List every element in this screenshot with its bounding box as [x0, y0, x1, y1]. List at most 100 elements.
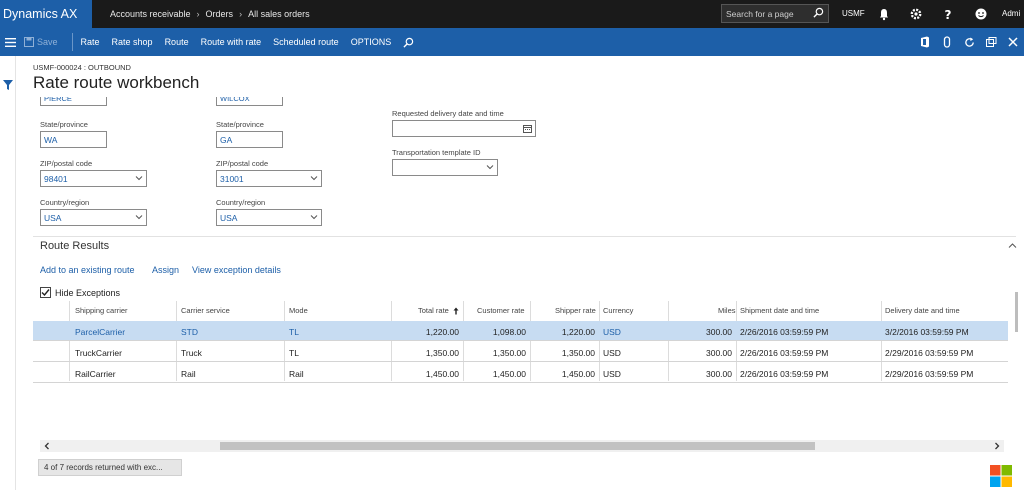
chevron-down-icon[interactable] [486, 163, 494, 171]
grid-header: Shipping carrier Carrier service Mode To… [33, 301, 1008, 321]
cell-currency: USD [603, 327, 621, 337]
cell-customer-rate: 1,450.00 [492, 369, 526, 379]
scroll-right-icon[interactable] [992, 441, 1002, 451]
destination-city-field[interactable]: WILCOX [216, 97, 283, 106]
breadcrumb: Accounts receivable › Orders › All sales… [110, 9, 310, 19]
hide-exceptions-toggle[interactable]: Hide Exceptions [40, 287, 120, 298]
destination-country-label: Country/region [216, 198, 266, 207]
breadcrumb-all-sales-orders[interactable]: All sales orders [248, 9, 310, 19]
hamburger-icon[interactable] [0, 28, 20, 56]
cell-total-rate: 1,350.00 [425, 348, 459, 358]
assign-link[interactable]: Assign [152, 265, 179, 275]
cell-currency: USD [603, 369, 621, 379]
options-tab[interactable]: OPTIONS [351, 37, 392, 47]
origin-city-field[interactable]: PIERCE [40, 97, 107, 106]
table-row[interactable]: ParcelCarrier STD TL 1,220.00 1,098.00 1… [33, 321, 1008, 341]
hide-exceptions-checkbox[interactable] [40, 287, 51, 298]
column-total-rate[interactable]: Total rate [418, 306, 449, 315]
table-row[interactable]: TruckCarrier Truck TL 1,350.00 1,350.00 … [33, 342, 1008, 362]
cell-carrier-service: Rail [181, 369, 196, 379]
origin-state-label: State/province [40, 120, 88, 129]
cell-mode: TL [289, 327, 299, 337]
rate-shop-button[interactable]: Rate shop [112, 37, 153, 47]
chevron-down-icon[interactable] [310, 213, 318, 221]
cell-miles: 300.00 [706, 369, 732, 379]
horizontal-scroll-thumb[interactable] [220, 442, 815, 450]
origin-state-field[interactable]: WA [40, 131, 107, 148]
save-button[interactable]: Save [37, 37, 58, 47]
origin-zip-select[interactable]: 98401 [40, 170, 147, 187]
cell-shipment-date: 2/26/2016 03:59:59 PM [740, 369, 829, 379]
column-carrier-service[interactable]: Carrier service [181, 306, 230, 315]
origin-country-value: USA [44, 212, 62, 223]
cell-delivery-date: 2/29/2016 03:59:59 PM [885, 369, 974, 379]
destination-zip-label: ZIP/postal code [216, 159, 269, 168]
records-status-bar[interactable]: 4 of 7 records returned with exc... [38, 459, 182, 476]
column-currency[interactable]: Currency [603, 306, 633, 315]
filter-icon[interactable] [3, 80, 13, 90]
calendar-icon[interactable] [523, 124, 532, 133]
route-button[interactable]: Route [165, 37, 189, 47]
gear-icon[interactable] [909, 7, 923, 21]
view-exception-details-link[interactable]: View exception details [192, 265, 281, 275]
cell-shipping-carrier: RailCarrier [75, 369, 116, 379]
search-icon[interactable] [403, 37, 414, 48]
office-icon[interactable] [914, 36, 936, 48]
popout-icon[interactable] [980, 37, 1002, 47]
cell-shipping-carrier: ParcelCarrier [75, 327, 126, 337]
transport-template-select[interactable] [392, 159, 498, 176]
column-mode[interactable]: Mode [289, 306, 308, 315]
scheduled-route-button[interactable]: Scheduled route [273, 37, 339, 47]
refresh-icon[interactable] [958, 36, 980, 48]
column-shipping-carrier[interactable]: Shipping carrier [75, 306, 128, 315]
chevron-down-icon[interactable] [135, 174, 143, 182]
destination-state-label: State/province [216, 120, 264, 129]
cell-mode: Rail [289, 369, 304, 379]
help-icon[interactable]: ? [941, 7, 955, 21]
table-row[interactable]: RailCarrier Rail Rail 1,450.00 1,450.00 … [33, 363, 1008, 383]
checkmark-icon [41, 289, 50, 297]
delivery-date-input[interactable] [392, 120, 536, 137]
column-delivery-date[interactable]: Delivery date and time [885, 306, 960, 315]
destination-state-field[interactable]: GA [216, 131, 283, 148]
column-shipment-date[interactable]: Shipment date and time [740, 306, 819, 315]
origin-country-label: Country/region [40, 198, 90, 207]
breadcrumb-separator: › [239, 9, 243, 19]
destination-country-select[interactable]: USA [216, 209, 322, 226]
hide-exceptions-label: Hide Exceptions [55, 287, 121, 298]
scroll-left-icon[interactable] [42, 441, 52, 451]
bell-icon[interactable] [877, 7, 891, 21]
add-to-existing-route-link[interactable]: Add to an existing route [40, 265, 135, 275]
horizontal-scrollbar[interactable] [40, 440, 1004, 452]
chevron-up-icon[interactable] [1008, 242, 1017, 249]
column-miles[interactable]: Miles [718, 306, 736, 315]
cell-shipper-rate: 1,220.00 [561, 327, 595, 337]
column-customer-rate[interactable]: Customer rate [477, 306, 525, 315]
sort-up-icon[interactable] [453, 307, 459, 315]
route-with-rate-button[interactable]: Route with rate [201, 37, 262, 47]
breadcrumb-accounts-receivable[interactable]: Accounts receivable [110, 9, 191, 19]
search-icon[interactable] [813, 7, 824, 18]
app-brand[interactable]: Dynamics AX [0, 0, 92, 28]
page-search-input[interactable]: Search for a page [721, 4, 829, 23]
vertical-scroll-thumb[interactable] [1015, 292, 1018, 332]
breadcrumb-separator: › [196, 9, 200, 19]
action-pane: Save Rate Rate shop Route Route with rat… [0, 28, 1024, 56]
origin-country-select[interactable]: USA [40, 209, 147, 226]
column-shipper-rate[interactable]: Shipper rate [555, 306, 596, 315]
attach-icon[interactable] [936, 36, 958, 48]
destination-zip-select[interactable]: 31001 [216, 170, 322, 187]
route-results-header[interactable]: Route Results [40, 240, 109, 252]
origin-zip-label: ZIP/postal code [40, 159, 93, 168]
cell-shipper-rate: 1,450.00 [561, 369, 595, 379]
user-name[interactable]: Admi [1002, 9, 1020, 18]
chevron-down-icon[interactable] [135, 213, 143, 221]
breadcrumb-orders[interactable]: Orders [206, 9, 234, 19]
company-selector[interactable]: USMF [842, 9, 865, 18]
transport-template-label: Transportation template ID [392, 148, 481, 157]
user-icon[interactable] [974, 7, 988, 21]
rate-button[interactable]: Rate [81, 37, 100, 47]
close-icon[interactable] [1002, 37, 1024, 47]
chevron-down-icon[interactable] [310, 174, 318, 182]
cell-mode: TL [289, 348, 299, 358]
